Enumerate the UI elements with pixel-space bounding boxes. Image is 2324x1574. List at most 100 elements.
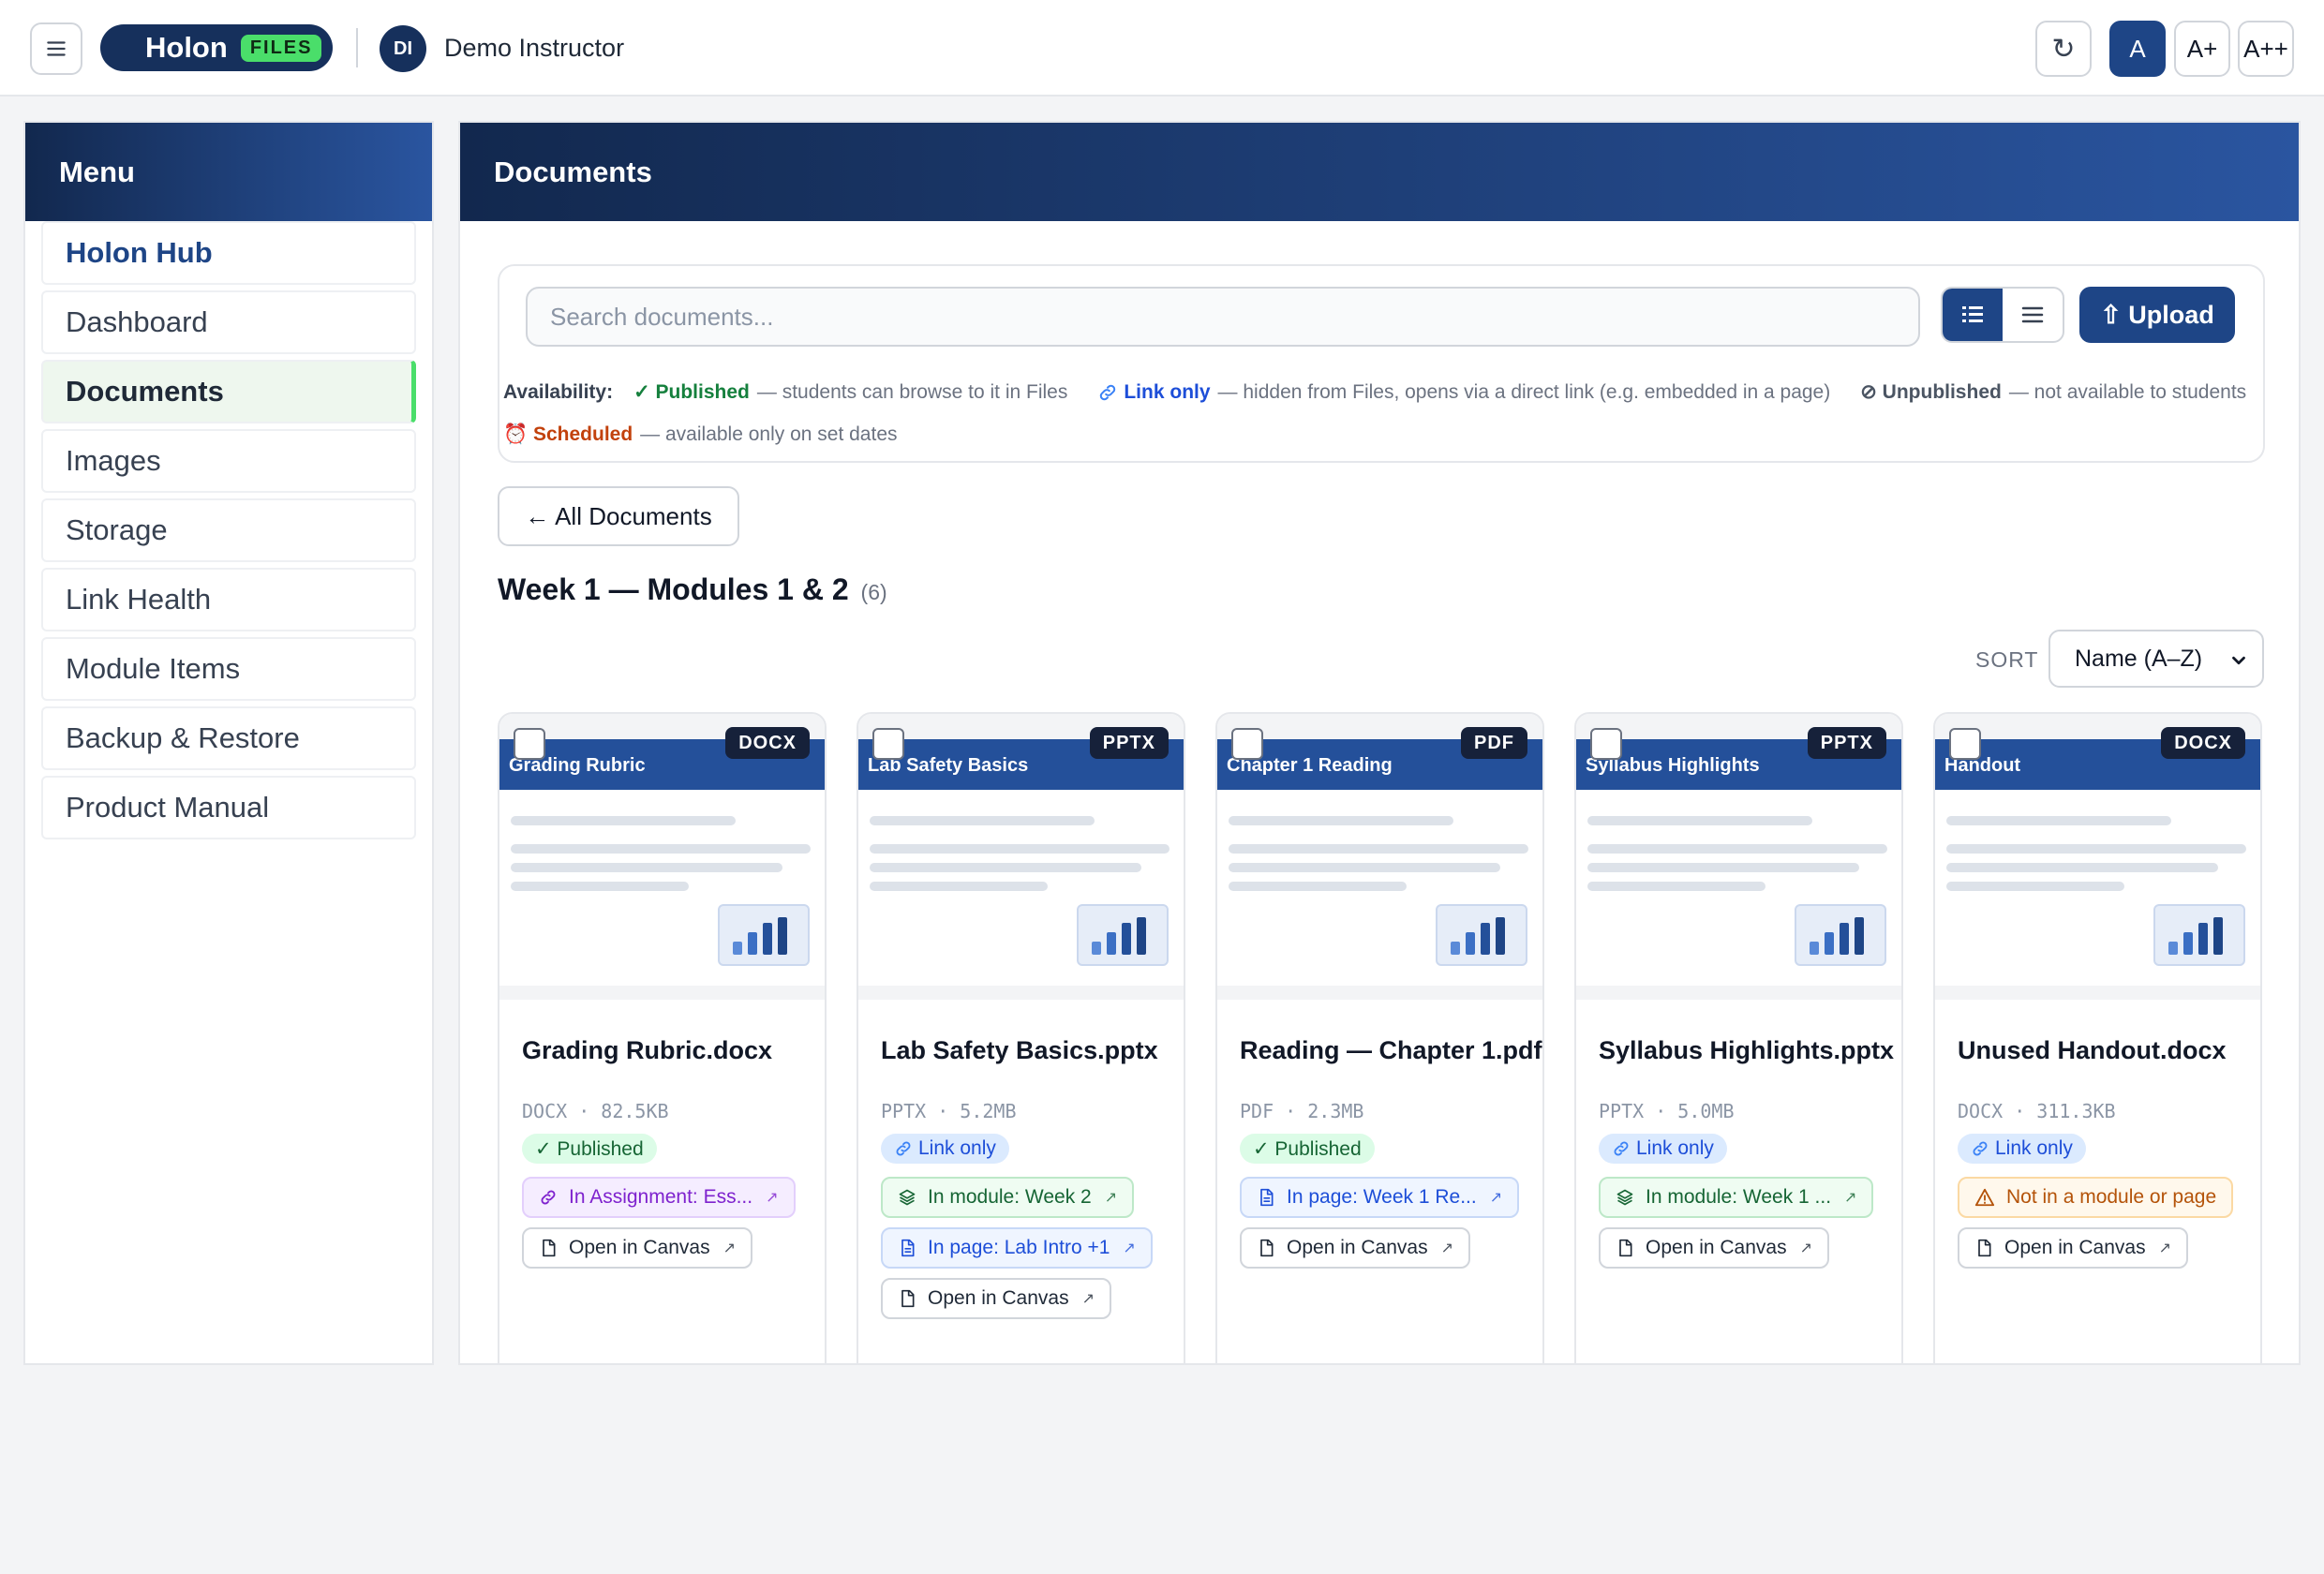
file-name[interactable]: Grading Rubric.docx — [522, 1036, 772, 1065]
bar-chart-icon — [1436, 904, 1527, 966]
open-in-canvas-button[interactable]: Open in Canvas ↗ — [1240, 1227, 1470, 1269]
open-in-canvas-button[interactable]: Open in Canvas ↗ — [881, 1278, 1111, 1319]
sidebar-item-link-health[interactable]: Link Health — [41, 568, 416, 631]
all-documents-button[interactable]: ← All Documents — [498, 486, 739, 546]
file-name[interactable]: Lab Safety Basics.pptx — [881, 1036, 1158, 1065]
select-checkbox[interactable] — [514, 728, 545, 760]
sidebar-item-product-manual[interactable]: Product Manual — [41, 776, 416, 839]
file-name[interactable]: Unused Handout.docx — [1958, 1036, 2227, 1065]
grid-view-button[interactable] — [1943, 289, 2003, 341]
legend-unpublished: ⊘ Unpublished — [1860, 381, 2002, 403]
document-card[interactable]: Syllabus Highlights PPTX Syllabus Highligh… — [1574, 712, 1903, 1363]
chart-bar — [1840, 923, 1849, 955]
document-card[interactable]: Lab Safety Basics PPTX Lab Safety Basics.p… — [857, 712, 1185, 1363]
legend-scheduled: ⏰ Scheduled — [503, 423, 633, 445]
file-name[interactable]: Syllabus Highlights.pptx — [1599, 1036, 1894, 1065]
open-in-canvas-button[interactable]: Open in Canvas ↗ — [522, 1227, 752, 1269]
external-link-icon: ↗ — [766, 1190, 779, 1206]
preview-line — [1946, 816, 2171, 825]
sort-select[interactable]: Name (A–Z) — [2048, 630, 2264, 688]
preview-line — [1587, 882, 1765, 891]
chip-label: Not in a module or page — [2006, 1186, 2217, 1208]
warning-chip[interactable]: Not in a module or page — [1958, 1177, 2234, 1218]
document-thumbnail[interactable]: Lab Safety Basics PPTX — [858, 714, 1184, 1000]
font-size-large-button[interactable]: A+ — [2174, 21, 2230, 77]
file-name[interactable]: Reading — Chapter 1.pdf — [1240, 1036, 1542, 1065]
sort-value: Name (A–Z) — [2075, 645, 2203, 672]
search-input[interactable] — [526, 287, 1920, 347]
sidebar-item-holon-hub[interactable]: Holon Hub — [41, 221, 416, 285]
chart-bar — [1107, 932, 1116, 955]
sidebar-item-documents[interactable]: Documents — [41, 360, 416, 423]
usage-link[interactable]: In Assignment: Ess... ↗ — [522, 1177, 796, 1218]
view-toggle — [1941, 287, 2064, 343]
file-meta: PPTX · 5.2MB — [881, 1100, 1017, 1122]
brand-logo[interactable]: Holon FILES — [100, 24, 333, 71]
chip-label: Open in Canvas — [2004, 1237, 2146, 1258]
chip-label: In page: Week 1 Re... — [1287, 1186, 1477, 1208]
select-checkbox[interactable] — [1949, 728, 1981, 760]
list-view-button[interactable] — [2003, 289, 2063, 341]
file-type-badge: DOCX — [2161, 727, 2245, 759]
external-link-icon: ↗ — [1799, 1240, 1812, 1256]
sidebar-item-dashboard[interactable]: Dashboard — [41, 290, 416, 354]
availability-legend: Availability: ✓ Published — students can… — [503, 380, 2246, 404]
usage-link[interactable]: In page: Lab Intro +1 ↗ — [881, 1227, 1153, 1269]
select-checkbox[interactable] — [872, 728, 904, 760]
refresh-button[interactable]: ↻ — [2035, 21, 2092, 77]
open-in-canvas-button[interactable]: Open in Canvas ↗ — [1599, 1227, 1829, 1269]
chip-label: Open in Canvas — [928, 1287, 1069, 1309]
sidebar-item-backup-restore[interactable]: Backup & Restore — [41, 706, 416, 770]
sort-label: SORT — [1975, 647, 2039, 672]
link-icon — [1973, 1141, 1988, 1156]
link-icon — [1614, 1141, 1629, 1156]
chart-bar — [733, 942, 742, 955]
document-thumbnail[interactable]: Syllabus Highlights PPTX — [1576, 714, 1901, 1000]
file-type-badge: PDF — [1461, 727, 1527, 759]
chart-bar — [1451, 942, 1460, 955]
preview-line — [1946, 863, 2218, 872]
preview-line — [870, 816, 1095, 825]
file-icon — [539, 1239, 558, 1257]
font-size-normal-button[interactable]: A — [2109, 21, 2166, 77]
upload-button[interactable]: ⇧ Upload — [2079, 287, 2235, 343]
preview-line — [1229, 882, 1407, 891]
file-icon — [1974, 1239, 1993, 1257]
select-checkbox[interactable] — [1590, 728, 1622, 760]
group-count: (6) — [860, 580, 887, 604]
usage-link[interactable]: In page: Week 1 Re... ↗ — [1240, 1177, 1520, 1218]
sidebar-item-storage[interactable]: Storage — [41, 498, 416, 562]
preview-line — [1587, 863, 1859, 872]
document-card[interactable]: Chapter 1 Reading PDF Reading — Chapter 1.… — [1215, 712, 1544, 1363]
select-checkbox[interactable] — [1231, 728, 1263, 760]
file-meta: DOCX · 82.5KB — [522, 1100, 669, 1122]
legend-link-only: Link only — [1124, 380, 1211, 403]
document-thumbnail[interactable]: Grading Rubric DOCX — [499, 714, 825, 1000]
document-card[interactable]: Grading Rubric DOCX Grading Rubric.docx DOC… — [498, 712, 827, 1363]
link-icon — [539, 1188, 558, 1207]
group-title-text: Week 1 — Modules 1 & 2 — [498, 572, 849, 606]
document-icon — [1257, 1188, 1275, 1207]
usage-link[interactable]: In module: Week 2 ↗ — [881, 1177, 1135, 1218]
chip-label: In module: Week 2 — [928, 1186, 1092, 1208]
document-thumbnail[interactable]: Handout DOCX — [1935, 714, 2260, 1000]
chart-bar — [1122, 923, 1131, 955]
preview-line — [1229, 816, 1453, 825]
open-in-canvas-button[interactable]: Open in Canvas ↗ — [1958, 1227, 2188, 1269]
file-icon — [1616, 1239, 1634, 1257]
legend-published: ✓ Published — [633, 381, 750, 403]
usage-link[interactable]: In module: Week 1 ... ↗ — [1599, 1177, 1874, 1218]
sidebar-item-images[interactable]: Images — [41, 429, 416, 493]
refresh-icon: ↻ — [2051, 33, 2076, 65]
preview-line — [1946, 882, 2124, 891]
hamburger-icon[interactable] — [30, 22, 82, 75]
font-size-xlarge-button[interactable]: A++ — [2238, 21, 2294, 77]
external-link-icon: ↗ — [723, 1240, 736, 1256]
sidebar-item-module-items[interactable]: Module Items — [41, 637, 416, 701]
chart-bar — [1481, 923, 1490, 955]
document-card[interactable]: Handout DOCX Unused Handout.docx DOCX · 311… — [1933, 712, 2262, 1363]
document-thumbnail[interactable]: Chapter 1 Reading PDF — [1217, 714, 1542, 1000]
avatar[interactable]: DI — [380, 25, 426, 72]
chart-bar — [1137, 917, 1146, 955]
chart-bar — [2213, 917, 2223, 955]
